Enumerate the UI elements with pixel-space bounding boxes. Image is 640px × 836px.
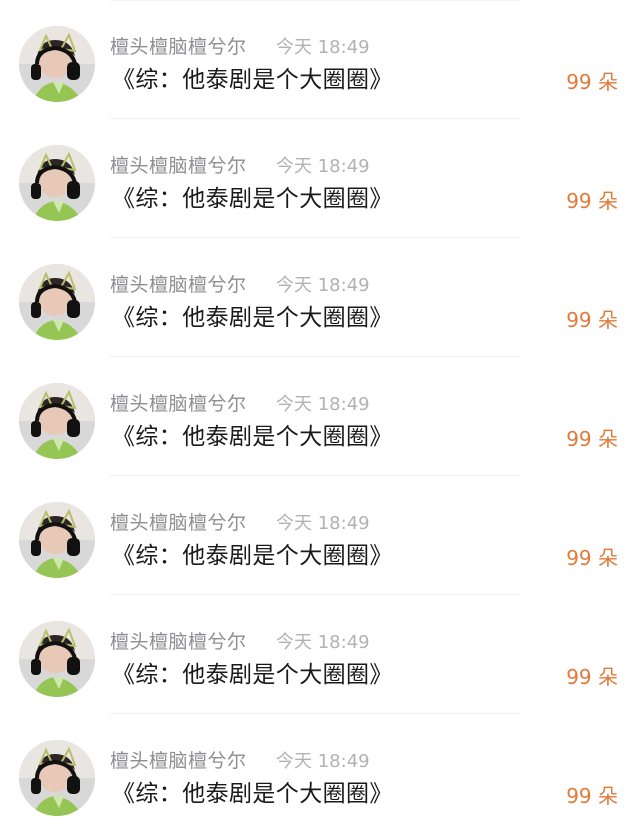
- avatar[interactable]: [19, 145, 95, 221]
- list-item[interactable]: 檀头檀脑檀兮尔 今天 18:49 《综：他泰剧是个大圈圈》 99 朵: [0, 595, 640, 714]
- avatar[interactable]: [19, 740, 95, 816]
- avatar[interactable]: [19, 383, 95, 459]
- list-item[interactable]: 檀头檀脑檀兮尔 今天 18:49 《综：他泰剧是个大圈圈》 99 朵: [0, 357, 640, 476]
- timestamp: 今天 18:49: [276, 37, 370, 58]
- gift-count: 99 朵: [566, 308, 618, 332]
- book-title[interactable]: 《综：他泰剧是个大圈圈》: [112, 659, 393, 691]
- username[interactable]: 檀头檀脑檀兮尔: [110, 392, 247, 416]
- username[interactable]: 檀头檀脑檀兮尔: [110, 749, 247, 773]
- list-item[interactable]: 檀头檀脑檀兮尔 今天 18:49 《综：他泰剧是个大圈圈》 99 朵: [0, 714, 640, 833]
- avatar[interactable]: [19, 502, 95, 578]
- username[interactable]: 檀头檀脑檀兮尔: [110, 273, 247, 297]
- avatar-image: [19, 145, 95, 221]
- avatar-image: [19, 26, 95, 102]
- avatar-image: [19, 383, 95, 459]
- gift-count: 99 朵: [566, 784, 618, 808]
- gift-comment-list: 檀头檀脑檀兮尔 今天 18:49 《综：他泰剧是个大圈圈》 99 朵 檀头檀脑檀…: [0, 0, 640, 836]
- gift-count: 99 朵: [566, 189, 618, 213]
- avatar-image: [19, 502, 95, 578]
- timestamp: 今天 18:49: [276, 513, 370, 534]
- avatar-image: [19, 740, 95, 816]
- book-title[interactable]: 《综：他泰剧是个大圈圈》: [112, 540, 393, 572]
- avatar[interactable]: [19, 26, 95, 102]
- username[interactable]: 檀头檀脑檀兮尔: [110, 35, 247, 59]
- username[interactable]: 檀头檀脑檀兮尔: [110, 511, 247, 535]
- gift-count: 99 朵: [566, 427, 618, 451]
- timestamp: 今天 18:49: [276, 751, 370, 772]
- book-title[interactable]: 《综：他泰剧是个大圈圈》: [112, 183, 393, 215]
- username[interactable]: 檀头檀脑檀兮尔: [110, 630, 247, 654]
- gift-count: 99 朵: [566, 665, 618, 689]
- book-title[interactable]: 《综：他泰剧是个大圈圈》: [112, 778, 393, 810]
- gift-count: 99 朵: [566, 546, 618, 570]
- timestamp: 今天 18:49: [276, 275, 370, 296]
- avatar-image: [19, 264, 95, 340]
- book-title[interactable]: 《综：他泰剧是个大圈圈》: [112, 302, 393, 334]
- timestamp: 今天 18:49: [276, 156, 370, 177]
- list-item[interactable]: 檀头檀脑檀兮尔 今天 18:49 《综：他泰剧是个大圈圈》 99 朵: [0, 476, 640, 595]
- avatar[interactable]: [19, 621, 95, 697]
- username[interactable]: 檀头檀脑檀兮尔: [110, 154, 247, 178]
- book-title[interactable]: 《综：他泰剧是个大圈圈》: [112, 421, 393, 453]
- list-item[interactable]: 檀头檀脑檀兮尔 今天 18:49 《综：他泰剧是个大圈圈》 99 朵: [0, 0, 640, 119]
- timestamp: 今天 18:49: [276, 632, 370, 653]
- book-title[interactable]: 《综：他泰剧是个大圈圈》: [112, 64, 393, 96]
- list-item[interactable]: 檀头檀脑檀兮尔 今天 18:49 《综：他泰剧是个大圈圈》 99 朵: [0, 119, 640, 238]
- gift-count: 99 朵: [566, 70, 618, 94]
- timestamp: 今天 18:49: [276, 394, 370, 415]
- avatar[interactable]: [19, 264, 95, 340]
- list-item[interactable]: 檀头檀脑檀兮尔 今天 18:49 《综：他泰剧是个大圈圈》 99 朵: [0, 238, 640, 357]
- avatar-image: [19, 621, 95, 697]
